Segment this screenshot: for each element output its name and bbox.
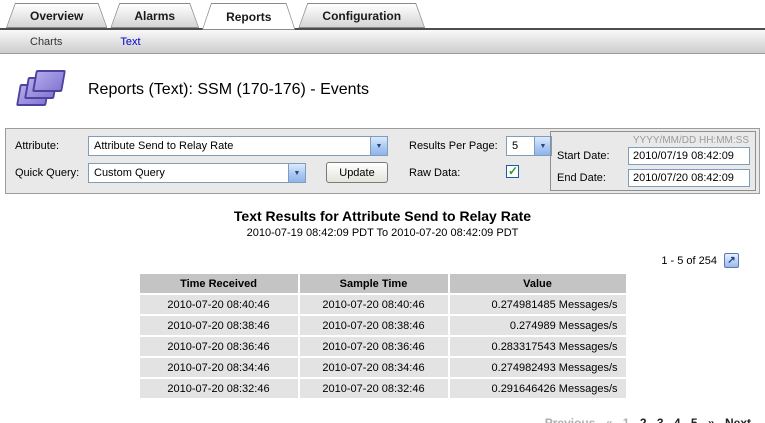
table-row: 2010-07-20 08:32:46 2010-07-20 08:32:46 … — [140, 379, 626, 398]
subnav-item-text[interactable]: Text — [120, 36, 140, 48]
results-subtitle: 2010-07-19 08:42:09 PDT To 2010-07-20 08… — [0, 227, 765, 239]
start-date-label: Start Date: — [557, 150, 610, 162]
cell-sample-time: 2010-07-20 08:36:46 — [300, 337, 448, 356]
range-row: 1 - 5 of 254 ↗ — [0, 253, 739, 268]
cell-sample-time: 2010-07-20 08:38:46 — [300, 316, 448, 335]
export-report-icon[interactable]: ↗ — [724, 253, 739, 268]
chevron-down-icon: ▼ — [534, 137, 551, 155]
cell-time-received: 2010-07-20 08:38:46 — [140, 316, 298, 335]
tab-underline — [0, 28, 765, 30]
cell-value: 0.274989 Messages/s — [450, 316, 626, 335]
cell-time-received: 2010-07-20 08:36:46 — [140, 337, 298, 356]
date-range-panel: YYYY/MM/DD HH:MM:SS Start Date: End Date… — [550, 131, 756, 191]
cell-sample-time: 2010-07-20 08:32:46 — [300, 379, 448, 398]
query-panel: Attribute: Attribute Send to Relay Rate … — [5, 128, 760, 194]
cell-sample-time: 2010-07-20 08:40:46 — [300, 295, 448, 314]
table-header-row: Time Received Sample Time Value — [140, 274, 626, 293]
next-arrow[interactable]: » — [708, 416, 715, 423]
results-per-page-value: 5 — [507, 137, 534, 155]
title-bar: Reports (Text): SSM (170-176) - Events — [0, 54, 765, 122]
page-title: Reports (Text): SSM (170-176) - Events — [88, 81, 369, 99]
previous-button: Previous — [545, 416, 596, 423]
table-row: 2010-07-20 08:34:46 2010-07-20 08:34:46 … — [140, 358, 626, 377]
cell-value: 0.274981485 Messages/s — [450, 295, 626, 314]
tab-overview[interactable]: Overview — [6, 3, 107, 28]
attribute-select[interactable]: Attribute Send to Relay Rate ▼ — [88, 136, 388, 156]
cell-value: 0.291646426 Messages/s — [450, 379, 626, 398]
cell-value: 0.283317543 Messages/s — [450, 337, 626, 356]
results-title: Text Results for Attribute Send to Relay… — [0, 208, 765, 224]
page-number-3[interactable]: 3 — [657, 416, 664, 423]
subnav-bar: Charts Text — [0, 30, 765, 54]
quick-query-label: Quick Query: — [15, 167, 79, 179]
quick-query-select-value: Custom Query — [89, 164, 288, 182]
page-number-1: 1 — [623, 416, 630, 423]
result-range-text: 1 - 5 of 254 — [661, 255, 717, 267]
page-number-5[interactable]: 5 — [691, 416, 698, 423]
quick-query-select[interactable]: Custom Query ▼ — [88, 163, 306, 183]
update-button[interactable]: Update — [326, 162, 388, 183]
previous-arrow: « — [606, 416, 613, 423]
next-button[interactable]: Next — [725, 416, 751, 423]
end-date-label: End Date: — [557, 172, 606, 184]
raw-data-checkbox[interactable] — [506, 165, 519, 178]
tab-configuration-label: Configuration — [322, 9, 401, 23]
attribute-select-value: Attribute Send to Relay Rate — [89, 137, 370, 155]
results-table: Time Received Sample Time Value 2010-07-… — [138, 272, 628, 400]
tab-alarms-label: Alarms — [134, 9, 175, 23]
table-row: 2010-07-20 08:38:46 2010-07-20 08:38:46 … — [140, 316, 626, 335]
results-per-page-select[interactable]: 5 ▼ — [506, 136, 552, 156]
column-header-value: Value — [450, 274, 626, 293]
column-header-sample-time: Sample Time — [300, 274, 448, 293]
chevron-down-icon: ▼ — [288, 164, 305, 182]
tab-reports-label: Reports — [226, 10, 271, 24]
page-number-4[interactable]: 4 — [674, 416, 681, 423]
column-header-time-received: Time Received — [140, 274, 298, 293]
table-row: 2010-07-20 08:36:46 2010-07-20 08:36:46 … — [140, 337, 626, 356]
date-format-hint: YYYY/MM/DD HH:MM:SS — [633, 135, 749, 146]
attribute-label: Attribute: — [15, 140, 59, 152]
cell-time-received: 2010-07-20 08:40:46 — [140, 295, 298, 314]
chevron-down-icon: ▼ — [370, 137, 387, 155]
start-date-input[interactable] — [628, 147, 750, 165]
pagination: Previous « 1 2 3 4 5 » Next — [0, 416, 751, 423]
raw-data-label: Raw Data: — [409, 167, 460, 179]
page-number-2[interactable]: 2 — [640, 416, 647, 423]
cell-time-received: 2010-07-20 08:34:46 — [140, 358, 298, 377]
cell-time-received: 2010-07-20 08:32:46 — [140, 379, 298, 398]
end-date-input[interactable] — [628, 169, 750, 187]
tab-alarms[interactable]: Alarms — [110, 3, 199, 28]
cell-value: 0.274982493 Messages/s — [450, 358, 626, 377]
reports-stack-icon — [18, 70, 70, 110]
results-per-page-label: Results Per Page: — [409, 140, 498, 152]
table-row: 2010-07-20 08:40:46 2010-07-20 08:40:46 … — [140, 295, 626, 314]
cell-sample-time: 2010-07-20 08:34:46 — [300, 358, 448, 377]
tab-configuration[interactable]: Configuration — [298, 3, 425, 28]
tab-reports[interactable]: Reports — [202, 3, 295, 30]
tab-bar: Overview Alarms Reports Configuration — [0, 0, 765, 28]
tab-overview-label: Overview — [30, 9, 83, 23]
subnav-item-charts[interactable]: Charts — [30, 36, 62, 48]
